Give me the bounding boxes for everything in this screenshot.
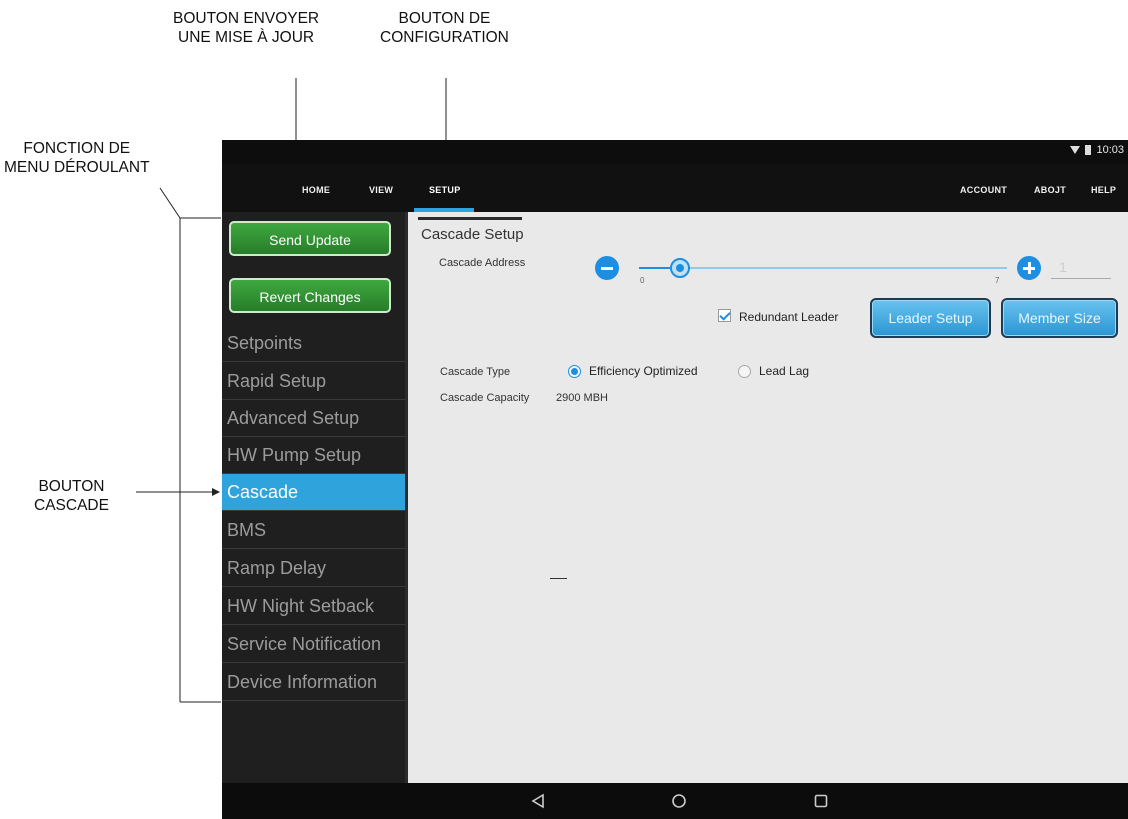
status-bar: 10:03 (222, 140, 1128, 164)
sidebar-item-service-notification[interactable]: Service Notification (222, 626, 405, 663)
slider-min-label: 0 (640, 276, 645, 285)
nav-help[interactable]: HELP (1091, 185, 1116, 195)
nav-about[interactable]: ABOJT (1034, 185, 1066, 195)
radio-lead-lag[interactable] (738, 365, 751, 378)
sidebar-item-hw-night-setback[interactable]: HW Night Setback (222, 588, 405, 625)
page-title: Cascade Setup (421, 226, 524, 243)
redundant-leader-label: Redundant Leader (739, 310, 839, 324)
panel-tab-marker (418, 217, 522, 220)
efficiency-optimized-label: Efficiency Optimized (589, 364, 698, 378)
callout-configuration: BOUTON DE CONFIGURATION (380, 10, 509, 46)
tablet-screen: 10:03 HOME VIEW SETUP ACCOUNT ABOJT HELP… (222, 140, 1128, 819)
sidebar-item-rapid-setup[interactable]: Rapid Setup (222, 363, 405, 400)
back-icon[interactable] (530, 793, 546, 809)
stray-dash (550, 578, 567, 579)
send-update-button[interactable]: Send Update (229, 221, 391, 256)
cascade-type-label: Cascade Type (440, 366, 511, 378)
radio-efficiency-optimized[interactable] (568, 365, 581, 378)
nav-view[interactable]: VIEW (369, 185, 393, 195)
checkbox-icon[interactable] (718, 309, 731, 322)
cascade-setup-panel: Cascade Setup Cascade Address 0 7 1 Redu… (405, 212, 1128, 783)
leader-setup-button[interactable]: Leader Setup (870, 298, 991, 338)
sidebar-item-hw-pump-setup[interactable]: HW Pump Setup (222, 437, 405, 474)
slider-max-label: 7 (995, 276, 1000, 285)
cascade-capacity-value: 2900 MBH (556, 392, 608, 404)
recents-square-icon[interactable] (813, 793, 829, 809)
sidebar-item-device-information[interactable]: Device Information (222, 664, 405, 701)
nav-account[interactable]: ACCOUNT (960, 185, 1007, 195)
lead-lag-label: Lead Lag (759, 364, 810, 378)
battery-icon (1085, 145, 1092, 155)
callout-cascade-button: BOUTON CASCADE (34, 478, 109, 514)
cascade-capacity-label: Cascade Capacity (440, 392, 530, 404)
nav-home[interactable]: HOME (302, 185, 330, 195)
sidebar-item-cascade[interactable]: Cascade (222, 474, 405, 511)
cascade-address-label: Cascade Address (439, 257, 526, 269)
sidebar-item-setpoints[interactable]: Setpoints (222, 325, 405, 362)
wifi-icon (1070, 146, 1081, 154)
minus-icon[interactable] (595, 256, 619, 280)
sidebar-item-ramp-delay[interactable]: Ramp Delay (222, 550, 405, 587)
callout-send-update: BOUTON ENVOYER UNE MISE À JOUR (173, 10, 320, 46)
revert-changes-button[interactable]: Revert Changes (229, 278, 391, 313)
sidebar-item-bms[interactable]: BMS (222, 512, 405, 549)
sidebar-item-advanced-setup[interactable]: Advanced Setup (222, 400, 405, 437)
status-time: 10:03 (1096, 144, 1124, 156)
cascade-address-value[interactable]: 1 (1059, 259, 1067, 275)
top-app-bar: HOME VIEW SETUP ACCOUNT ABOJT HELP (222, 164, 1128, 212)
nav-setup[interactable]: SETUP (429, 185, 461, 195)
home-circle-icon[interactable] (671, 793, 687, 809)
sidebar-menu: Send Update Revert Changes Setpoints Rap… (222, 212, 405, 783)
callout-dropdown-menu: FONCTION DE MENU DÉROULANT (4, 140, 150, 176)
member-size-button[interactable]: Member Size (1001, 298, 1118, 338)
slider-thumb[interactable] (670, 258, 690, 278)
android-nav-bar (222, 783, 1128, 819)
plus-icon[interactable] (1017, 256, 1041, 280)
slider-track (679, 267, 1007, 269)
address-input-underline (1051, 278, 1111, 279)
